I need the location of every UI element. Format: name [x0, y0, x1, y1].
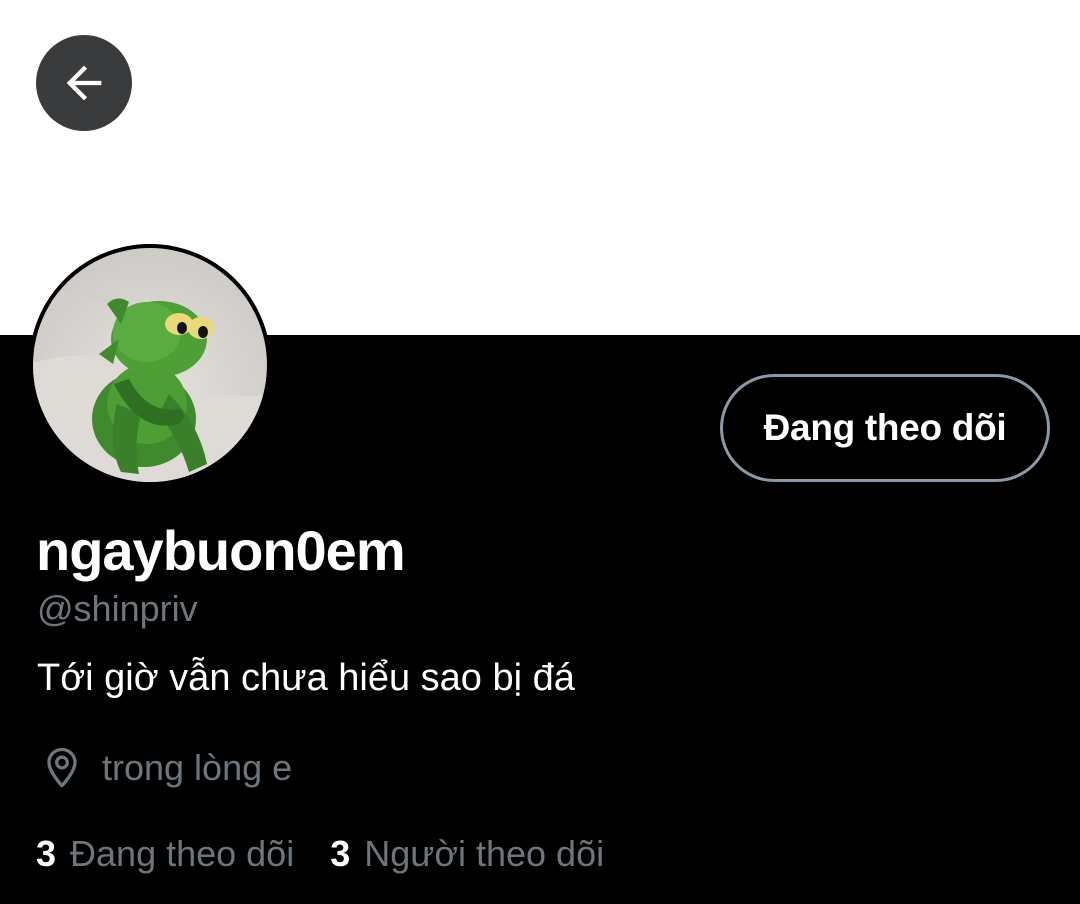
kermit-frog-sitting-avatar: [29, 244, 271, 486]
followers-stat-link[interactable]: 3 Người theo dõi: [330, 833, 604, 875]
back-button[interactable]: [36, 35, 132, 131]
username-handle: @shinpriv: [37, 588, 198, 629]
location-pin-icon: [40, 743, 84, 793]
followers-count: 3: [330, 833, 351, 874]
profile-page: Đang theo dõi ngaybuon0em @shinpriv Tới …: [0, 0, 1080, 904]
follow-stats: 3 Đang theo dõi 3 Người theo dõi: [36, 832, 604, 876]
profile-location: trong lòng e: [40, 743, 292, 793]
location-text: trong lòng e: [102, 747, 293, 788]
avatar[interactable]: [29, 244, 271, 486]
following-button[interactable]: Đang theo dõi: [720, 374, 1050, 482]
arrow-left-icon: [66, 65, 102, 101]
following-stat-link[interactable]: 3 Đang theo dõi: [36, 833, 294, 875]
following-count: 3: [36, 833, 57, 874]
following-button-label: Đang theo dõi: [763, 407, 1007, 448]
profile-bio: Tới giờ vẫn chưa hiểu sao bị đá: [37, 657, 575, 699]
followers-label: Người theo dõi: [364, 833, 605, 874]
display-name: ngaybuon0em: [36, 519, 406, 582]
following-label: Đang theo dõi: [70, 833, 295, 874]
